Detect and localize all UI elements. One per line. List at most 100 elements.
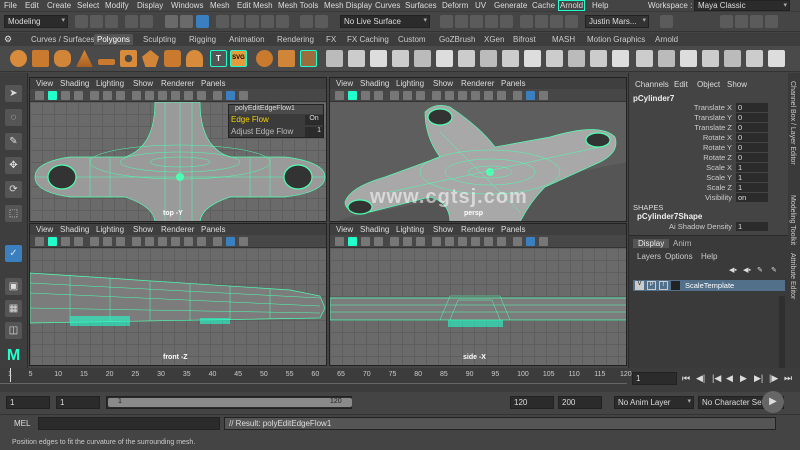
cb-menu-show[interactable]: Show <box>727 80 747 89</box>
camera-icon[interactable] <box>335 91 344 100</box>
range-bar[interactable]: 1 120 <box>108 398 352 407</box>
camera-attr-icon[interactable] <box>348 91 357 100</box>
workspace-dropdown[interactable]: Maya Classic <box>694 0 790 11</box>
grid-icon[interactable] <box>390 91 399 100</box>
poly-cube-icon[interactable] <box>32 50 49 67</box>
layer-playback-toggle[interactable]: P <box>647 281 656 290</box>
vp-menu-show[interactable]: Show <box>133 225 153 234</box>
shelf-tab-polygons[interactable]: Polygons <box>94 34 133 45</box>
textured-icon[interactable] <box>471 91 480 100</box>
adjust-edge-flow-field[interactable]: 1 <box>305 127 323 137</box>
screen-space-ao-icon[interactable] <box>239 91 248 100</box>
vp-menu-shading[interactable]: Shading <box>360 225 389 234</box>
lights-icon[interactable] <box>484 237 493 246</box>
image-plane-icon[interactable] <box>74 91 83 100</box>
vp-menu-renderer[interactable]: Renderer <box>461 225 494 234</box>
vp-menu-panels[interactable]: Panels <box>201 225 225 234</box>
snap-grid-icon[interactable] <box>216 15 229 28</box>
menu-modify[interactable]: Modify <box>105 1 129 10</box>
snap-point-icon[interactable] <box>246 15 259 28</box>
screen-space-ao-icon[interactable] <box>539 91 548 100</box>
attr-translate-z-field[interactable]: 0 <box>736 123 768 132</box>
vp-menu-renderer[interactable]: Renderer <box>161 225 194 234</box>
bevel-icon[interactable] <box>414 50 431 67</box>
image-plane-icon[interactable] <box>74 237 83 246</box>
shelf-tab-rendering[interactable]: Rendering <box>274 34 317 45</box>
rotate-tool-icon[interactable]: ⟳ <box>5 181 22 198</box>
attr-translate-x-field[interactable]: 0 <box>736 103 768 112</box>
shelf-tab-sculpting[interactable]: Sculpting <box>140 34 179 45</box>
isolate-icon[interactable] <box>226 237 235 246</box>
film-gate-icon[interactable] <box>103 237 112 246</box>
menu-create[interactable]: Create <box>47 1 71 10</box>
menuset-dropdown[interactable]: Modeling <box>4 15 68 28</box>
shelf-tab-arnold[interactable]: Arnold <box>652 34 681 45</box>
insert-edge-loop-icon[interactable] <box>458 50 475 67</box>
camera-attr-icon[interactable] <box>48 91 57 100</box>
layer-display-type-toggle[interactable]: T <box>659 281 668 290</box>
xray-icon[interactable] <box>513 237 522 246</box>
screen-space-ao-icon[interactable] <box>239 237 248 246</box>
uv-editor-icon[interactable] <box>636 50 653 67</box>
camera-icon[interactable] <box>35 237 44 246</box>
camera-attr-icon[interactable] <box>348 237 357 246</box>
smooth-shade-icon[interactable] <box>145 237 154 246</box>
lights-icon[interactable] <box>184 91 193 100</box>
select-object-icon[interactable] <box>180 15 193 28</box>
new-empty-layer-icon[interactable]: ✎ <box>757 266 763 274</box>
vp-menu-panels[interactable]: Panels <box>501 225 525 234</box>
layer-color-swatch[interactable] <box>671 281 680 290</box>
arnold-settings-icon[interactable] <box>550 15 563 28</box>
textured-icon[interactable] <box>171 237 180 246</box>
menu-mesh-display[interactable]: Mesh Display <box>324 1 372 10</box>
menu-edit-mesh[interactable]: Edit Mesh <box>237 1 273 10</box>
shelf-tab-curves-surfaces[interactable]: Curves / Surfaces <box>28 34 98 45</box>
bookmark-icon[interactable] <box>61 237 70 246</box>
image-plane-icon[interactable] <box>374 237 383 246</box>
lights-icon[interactable] <box>184 237 193 246</box>
step-back-key-icon[interactable]: |◀ <box>712 373 721 384</box>
poly-svg-icon[interactable]: SVG <box>230 50 247 67</box>
two-view-layout-icon[interactable]: ◫ <box>5 322 22 339</box>
play-forwards-icon[interactable]: ▶ <box>740 373 747 384</box>
hypershade-icon[interactable] <box>485 15 498 28</box>
attr-shadow-density-field[interactable]: 1 <box>736 222 768 231</box>
poly-pipe-icon[interactable] <box>164 50 181 67</box>
wire-on-shaded-icon[interactable] <box>158 91 167 100</box>
auto-map-icon[interactable] <box>724 50 741 67</box>
resolution-gate-icon[interactable] <box>416 237 425 246</box>
wireframe-icon[interactable] <box>432 237 441 246</box>
single-perspective-layout-icon[interactable]: ▣ <box>5 278 22 295</box>
vp-menu-panels[interactable]: Panels <box>201 79 225 88</box>
vp-menu-panels[interactable]: Panels <box>501 79 525 88</box>
arnold-view-icon[interactable] <box>565 15 578 28</box>
cb-menu-edit[interactable]: Edit <box>674 80 688 89</box>
shelf-tab-xgen[interactable]: XGen <box>481 34 507 45</box>
attr-visibility-field[interactable]: on <box>736 193 768 202</box>
select-hierarchy-icon[interactable] <box>165 15 178 28</box>
anim-layer-dropdown[interactable]: No Anim Layer <box>614 396 694 409</box>
vp-menu-view[interactable]: View <box>36 225 53 234</box>
undo-icon[interactable] <box>125 15 138 28</box>
combine-icon[interactable] <box>256 50 273 67</box>
poly-helix-icon[interactable] <box>186 50 203 67</box>
vp-menu-show[interactable]: Show <box>433 225 453 234</box>
quadrangulate-icon[interactable] <box>612 50 629 67</box>
menu-arnold[interactable]: Arnold <box>558 0 586 11</box>
attr-rotate-z-field[interactable]: 0 <box>736 153 768 162</box>
film-gate-icon[interactable] <box>403 91 412 100</box>
select-component-icon[interactable] <box>196 15 209 28</box>
bookmark-icon[interactable] <box>61 91 70 100</box>
modeling-toolkit-toggle-icon[interactable] <box>720 15 733 28</box>
textured-icon[interactable] <box>471 237 480 246</box>
go-to-start-icon[interactable]: ⏮ <box>682 373 690 384</box>
step-back-icon[interactable]: ◀| <box>696 373 705 384</box>
vp-menu-shading[interactable]: Shading <box>60 79 89 88</box>
attr-rotate-y-field[interactable]: 0 <box>736 143 768 152</box>
attr-rotate-x-field[interactable]: 0 <box>736 133 768 142</box>
viewport-front-canvas[interactable]: front -Z <box>30 248 326 365</box>
arnold-ipr-icon[interactable] <box>535 15 548 28</box>
menu-mesh[interactable]: Mesh <box>210 1 230 10</box>
shadows-icon[interactable] <box>497 237 506 246</box>
vp-menu-shading[interactable]: Shading <box>60 225 89 234</box>
